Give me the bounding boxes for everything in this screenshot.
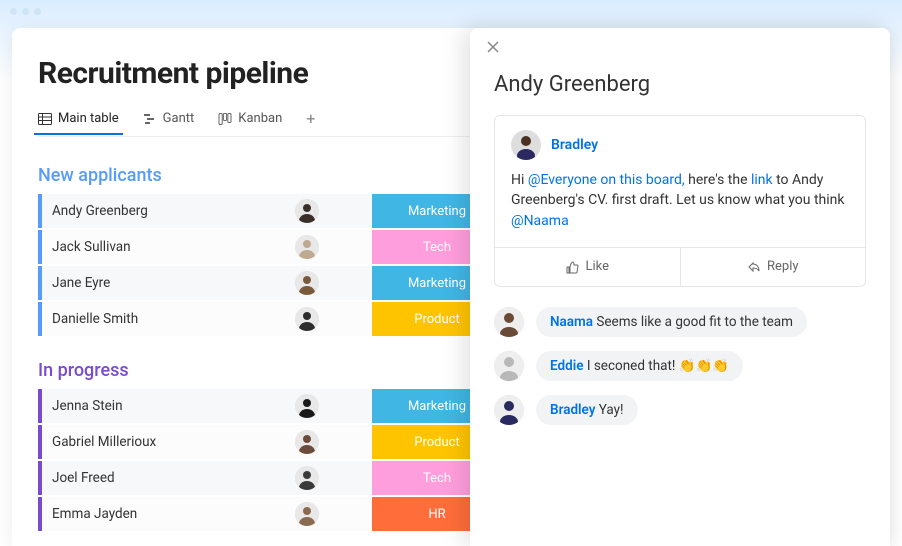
post-author[interactable]: Bradley xyxy=(551,137,598,153)
tab-main-label: Main table xyxy=(58,111,119,126)
tab-gantt-label: Gantt xyxy=(163,111,195,126)
reply-item: Bradley Yay! xyxy=(494,395,866,425)
avatar[interactable] xyxy=(295,394,319,418)
avatar[interactable] xyxy=(295,466,319,490)
tab-kanban[interactable]: Kanban xyxy=(218,111,282,134)
kanban-icon xyxy=(218,112,232,126)
mention-naama[interactable]: @Naama xyxy=(511,213,569,229)
table-icon xyxy=(38,112,52,126)
tab-gantt[interactable]: Gantt xyxy=(143,111,195,134)
like-icon xyxy=(565,260,579,274)
avatar[interactable] xyxy=(295,430,319,454)
reply-author[interactable]: Eddie xyxy=(550,358,583,374)
mention-everyone[interactable]: @Everyone on this board, xyxy=(528,172,685,188)
row-name[interactable]: Jenna Stein xyxy=(42,398,242,414)
avatar[interactable] xyxy=(511,130,541,160)
row-avatar-cell[interactable] xyxy=(242,466,372,490)
row-avatar-cell[interactable] xyxy=(242,307,372,331)
avatar[interactable] xyxy=(295,502,319,526)
row-avatar-cell[interactable] xyxy=(242,394,372,418)
post-link[interactable]: link xyxy=(751,172,773,188)
avatar[interactable] xyxy=(295,271,319,295)
window-controls xyxy=(10,8,41,15)
post-content: Hi @Everyone on this board, here's the l… xyxy=(495,166,865,247)
reply-bubble[interactable]: Eddie I seconed that! 👏👏👏 xyxy=(536,351,743,381)
group-title-in-progress[interactable]: In progress xyxy=(38,360,129,381)
panel-title: Andy Greenberg xyxy=(470,42,890,115)
row-avatar-cell[interactable] xyxy=(242,235,372,259)
replies-list: Naama Seems like a good fit to the team E… xyxy=(494,307,866,425)
row-avatar-cell[interactable] xyxy=(242,199,372,223)
reply-bubble[interactable]: Naama Seems like a good fit to the team xyxy=(536,307,807,337)
row-name[interactable]: Emma Jayden xyxy=(42,506,242,522)
row-avatar-cell[interactable] xyxy=(242,271,372,295)
reply-text: Yay! xyxy=(595,402,623,418)
add-tab-button[interactable]: + xyxy=(306,109,315,136)
reply-label: Reply xyxy=(767,259,799,274)
reply-text: Seems like a good fit to the team xyxy=(593,314,793,330)
avatar[interactable] xyxy=(295,307,319,331)
row-name[interactable]: Jack Sullivan xyxy=(42,239,242,255)
reply-item: Eddie I seconed that! 👏👏👏 xyxy=(494,351,866,381)
tab-kanban-label: Kanban xyxy=(238,111,282,126)
reply-text: I seconed that! xyxy=(583,358,678,374)
avatar[interactable] xyxy=(494,395,524,425)
reply-icon xyxy=(747,260,761,274)
row-avatar-cell[interactable] xyxy=(242,502,372,526)
reply-author[interactable]: Naama xyxy=(550,314,593,330)
row-name[interactable]: Joel Freed xyxy=(42,470,242,486)
like-button[interactable]: Like xyxy=(495,248,680,286)
tab-main-table[interactable]: Main table xyxy=(38,111,119,134)
row-name[interactable]: Gabriel Millerioux xyxy=(42,434,242,450)
reply-bubble[interactable]: Bradley Yay! xyxy=(536,395,638,425)
like-label: Like xyxy=(585,259,609,274)
reply-button[interactable]: Reply xyxy=(680,248,866,286)
post-text: Hi xyxy=(511,172,528,188)
gantt-icon xyxy=(143,112,157,126)
item-side-panel: Andy Greenberg Bradley Hi @Everyone on t… xyxy=(470,28,890,546)
clap-emoji: 👏👏👏 xyxy=(679,358,729,374)
close-icon xyxy=(486,40,500,54)
avatar[interactable] xyxy=(494,351,524,381)
avatar[interactable] xyxy=(494,307,524,337)
row-name[interactable]: Danielle Smith xyxy=(42,311,242,327)
reply-author[interactable]: Bradley xyxy=(550,402,595,418)
post-text: here's the xyxy=(685,172,751,188)
avatar[interactable] xyxy=(295,199,319,223)
close-panel-button[interactable] xyxy=(486,40,500,54)
avatar[interactable] xyxy=(295,235,319,259)
row-name[interactable]: Andy Greenberg xyxy=(42,203,242,219)
row-name[interactable]: Jane Eyre xyxy=(42,275,242,291)
group-title-new-applicants[interactable]: New applicants xyxy=(38,165,162,186)
post-card: Bradley Hi @Everyone on this board, here… xyxy=(494,115,866,287)
row-avatar-cell[interactable] xyxy=(242,430,372,454)
reply-item: Naama Seems like a good fit to the team xyxy=(494,307,866,337)
